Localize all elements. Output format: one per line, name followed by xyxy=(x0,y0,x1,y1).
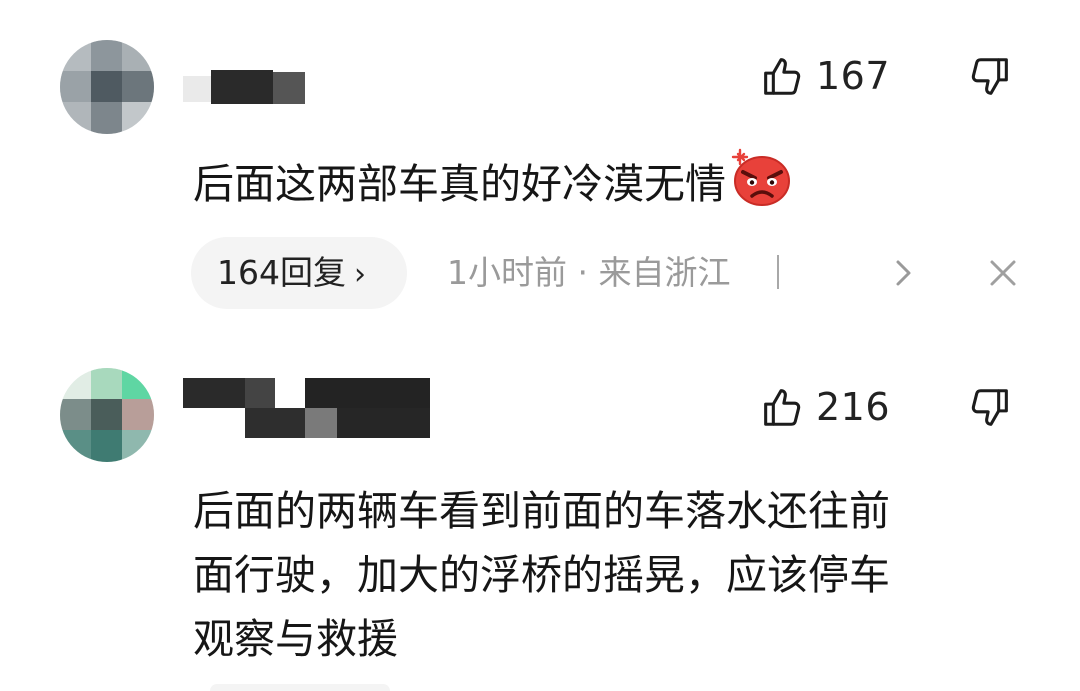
like-count: 216 xyxy=(816,385,891,429)
comment-item: 216 后面的两辆车看到前面的车落水还往前 面行驶，加大的浮桥的摇晃，应该停车 … xyxy=(0,345,1080,691)
chevron-right-icon: › xyxy=(354,257,366,292)
like-button[interactable]: 167 xyxy=(758,52,890,100)
comment-text: 后面的两辆车看到前面的车落水还往前 面行驶，加大的浮桥的摇晃，应该停车 观察与救… xyxy=(193,479,890,671)
divider xyxy=(777,255,779,289)
like-count: 167 xyxy=(816,54,891,98)
dislike-button[interactable] xyxy=(968,54,1016,102)
comment-text: 后面这两部车真的好冷漠无情 xyxy=(193,148,794,216)
view-replies-button[interactable] xyxy=(210,684,390,691)
angry-emoji-icon xyxy=(731,148,790,206)
thumbs-down-icon xyxy=(971,389,1008,426)
thumbs-up-icon xyxy=(764,389,801,426)
comment-meta-row: 164回复 › 1小时前 · 来自浙江 xyxy=(191,237,1031,309)
close-icon[interactable] xyxy=(983,253,1023,293)
dislike-button[interactable] xyxy=(968,385,1016,433)
thumbs-down-icon xyxy=(971,58,1008,95)
username-redacted[interactable] xyxy=(183,378,430,438)
comment-text-line: 后面的两辆车看到前面的车落水还往前 xyxy=(193,487,890,535)
chevron-right-icon[interactable] xyxy=(883,253,923,293)
comment-text-line: 观察与救援 xyxy=(193,615,398,663)
comment-text-content: 后面这两部车真的好冷漠无情 xyxy=(193,160,726,208)
thumbs-up-icon xyxy=(764,58,801,95)
avatar[interactable] xyxy=(60,40,154,134)
avatar[interactable] xyxy=(60,368,154,462)
username-redacted[interactable] xyxy=(183,70,308,104)
comment-text-line: 面行驶，加大的浮桥的摇晃，应该停车 xyxy=(193,551,890,599)
view-replies-button[interactable]: 164回复 › xyxy=(191,237,407,309)
comment-time-location: 1小时前 · 来自浙江 xyxy=(447,253,731,292)
comment-item: 167 后面这两部车真的好冷漠无情 164回复 › 1小时前 · 来自浙江 xyxy=(0,0,1080,330)
replies-count-label: 164回复 xyxy=(217,253,346,292)
like-button[interactable]: 216 xyxy=(758,383,890,431)
